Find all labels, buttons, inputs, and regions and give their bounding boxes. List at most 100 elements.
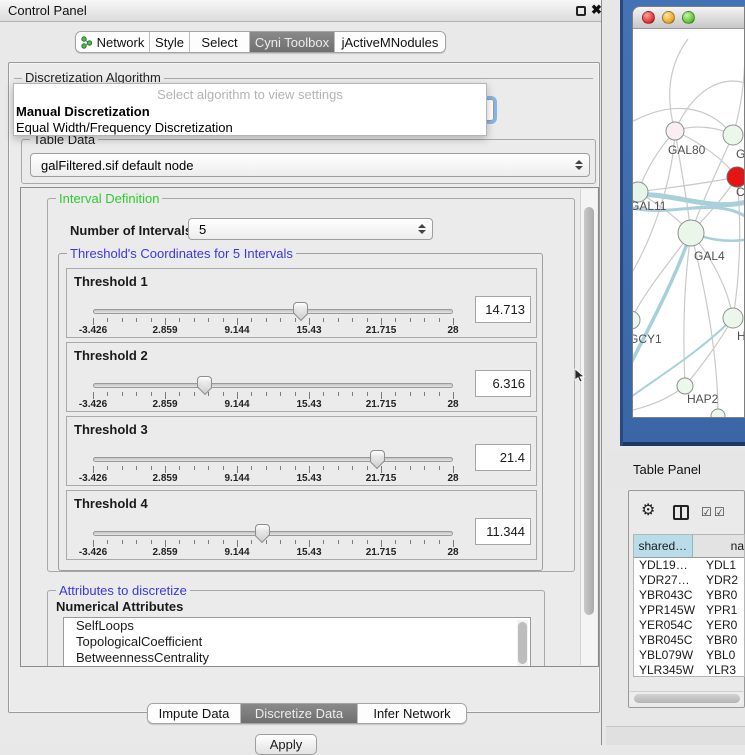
table-row[interactable]: YBR043CYBR0 <box>634 588 744 603</box>
select-all-icon[interactable]: ☑ <box>714 505 725 519</box>
tab-network-label: Network <box>97 35 145 50</box>
list-item[interactable]: BetweennessCentrality <box>64 650 530 666</box>
cyni-mode-tab-bar: Impute Data Discretize Data Infer Networ… <box>147 703 467 724</box>
table-row[interactable]: YDR27…YDR2 <box>634 573 744 588</box>
svg-text:HAP2: HAP2 <box>687 392 719 406</box>
svg-text:H: H <box>737 329 745 343</box>
threshold-3-slider-handle[interactable] <box>370 450 385 462</box>
node-gcy1[interactable] <box>633 311 640 329</box>
network-view-window[interactable]: GAL80 GA C GAL11 GAL4 GCY1 H HAP2 <box>632 6 745 418</box>
scrollbar-thumb[interactable] <box>634 694 740 703</box>
dropdown-option-manual-discretization[interactable]: Manual Discretization <box>16 104 150 119</box>
threshold-3-panel: Threshold 3 -3.4262.8599.14415.4321.7152… <box>66 416 537 486</box>
threshold-1-slider-track[interactable] <box>93 309 453 314</box>
number-of-intervals-combobox[interactable]: 5 <box>188 218 433 240</box>
threshold-3-value-field[interactable]: 21.4 <box>475 444 531 471</box>
threshold-1-slider-handle[interactable] <box>293 302 308 314</box>
table-row[interactable]: YPR145WYPR1 <box>634 603 744 618</box>
column-header-name[interactable]: na <box>693 535 744 558</box>
tab-select[interactable]: Select <box>190 32 250 52</box>
tab-cyni-toolbox[interactable]: Cyni Toolbox <box>250 32 335 52</box>
network-canvas[interactable]: GAL80 GA C GAL11 GAL4 GCY1 H HAP2 <box>633 29 745 418</box>
threshold-2-slider-handle[interactable] <box>197 376 212 388</box>
threshold-1-panel: Threshold 1 -3.4262.8599.14415.4321.7152… <box>66 268 537 338</box>
threshold-1-label: Threshold 1 <box>74 274 148 289</box>
tab-impute-data[interactable]: Impute Data <box>148 704 241 723</box>
list-item[interactable]: SelfLoops <box>64 618 530 634</box>
slider-axis-labels: -3.4262.8599.14415.4321.71528 <box>67 325 536 337</box>
thresholds-group: Threshold's Coordinates for 5 Intervals … <box>58 253 543 571</box>
minimize-traffic-light-icon[interactable] <box>662 11 675 24</box>
threshold-3-slider-track[interactable] <box>93 457 453 462</box>
table-row[interactable]: YBL079WYBL0 <box>634 648 744 663</box>
table-data-combobox[interactable]: galFiltered.sif default node <box>30 153 590 177</box>
dropdown-hint-item[interactable]: Select algorithm to view settings <box>14 87 486 102</box>
combo-stepper-icon <box>575 154 583 176</box>
attributes-list-scrollbar[interactable] <box>517 620 528 667</box>
close-traffic-light-icon[interactable] <box>642 11 655 24</box>
algorithm-dropdown-popup: Select algorithm to view settings Manual… <box>13 83 487 136</box>
node-gal4[interactable] <box>678 220 704 246</box>
table-panel: ⚙ ☑ ☑ shared… na YDL19…YDL1 YDR27…YDR2 Y… <box>628 490 745 708</box>
slider-axis-labels: -3.4262.8599.14415.4321.71528 <box>67 473 536 485</box>
zoom-traffic-light-icon[interactable] <box>682 11 695 24</box>
threshold-1-value-field[interactable]: 14.713 <box>475 296 531 323</box>
list-item[interactable]: TopologicalCoefficient <box>64 634 530 650</box>
attributes-group: Attributes to discretize Numerical Attri… <box>47 590 545 667</box>
control-panel-titlebar[interactable]: Control Panel ✖ <box>0 0 601 22</box>
threshold-2-panel: Threshold 2 -3.4262.8599.14415.4321.7152… <box>66 342 537 412</box>
network-window-titlebar[interactable] <box>633 7 744 29</box>
threshold-2-slider-track[interactable] <box>93 383 453 388</box>
table-row[interactable]: YDL19…YDL1 <box>634 558 744 573</box>
tab-jactivemnodules[interactable]: jActiveMNodules <box>335 32 445 52</box>
column-layout-icon[interactable] <box>673 505 689 520</box>
table-data-group: Table Data galFiltered.sif default node <box>21 139 596 184</box>
tab-discretize-data[interactable]: Discretize Data <box>241 704 358 723</box>
svg-text:GAL4: GAL4 <box>694 249 725 263</box>
scrollbar-thumb[interactable] <box>584 207 594 615</box>
control-panel-window: Control Panel ✖ Network Style Select Cyn… <box>0 0 602 745</box>
slider-axis-labels: -3.4262.8599.14415.4321.71528 <box>67 547 536 559</box>
svg-text:C: C <box>736 185 745 199</box>
table-header-row: shared… na <box>634 535 744 558</box>
threshold-4-label: Threshold 4 <box>74 496 148 511</box>
control-panel-tab-bar: Network Style Select Cyni Toolbox jActiv… <box>75 31 446 53</box>
tab-infer-network[interactable]: Infer Network <box>358 704 466 723</box>
threshold-2-value-field[interactable]: 6.316 <box>475 370 531 397</box>
table-horizontal-scrollbar[interactable] <box>630 691 743 704</box>
node-bottom[interactable] <box>711 409 725 418</box>
dropdown-option-equal-width[interactable]: Equal Width/Frequency Discretization <box>16 120 233 135</box>
table-row[interactable]: YER054CYER0 <box>634 618 744 633</box>
threshold-4-slider-handle[interactable] <box>255 524 270 536</box>
node-ga[interactable] <box>723 125 743 145</box>
select-columns-icon[interactable]: ☑ <box>701 505 712 519</box>
close-icon[interactable]: ✖ <box>591 2 602 18</box>
scrollbar-thumb[interactable] <box>518 622 527 664</box>
svg-text:GCY1: GCY1 <box>633 332 662 346</box>
threshold-4-panel: Threshold 4 -3.4262.8599.14415.4321.7152… <box>66 490 537 560</box>
table-body: YDL19…YDL1 YDR27…YDR2 YBR043CYBR0 YPR145… <box>634 558 744 676</box>
node-h[interactable] <box>723 308 743 328</box>
network-icon <box>81 36 92 49</box>
float-window-icon[interactable] <box>576 6 586 16</box>
node-selected-red[interactable] <box>727 167 745 187</box>
table-panel-titlebar[interactable]: Table Panel <box>606 450 745 487</box>
table-row[interactable]: YLR345WYLR3 <box>634 663 744 677</box>
attributes-list[interactable]: SelfLoops TopologicalCoefficient Between… <box>63 617 531 667</box>
threshold-4-value-field[interactable]: 11.344 <box>475 518 531 545</box>
mouse-cursor <box>574 368 586 384</box>
interval-definition-group: Interval Definition Number of Intervals … <box>47 198 575 572</box>
number-of-intervals-label: Number of Intervals <box>70 223 192 238</box>
table-row[interactable]: YBR045CYBR0 <box>634 633 744 648</box>
column-header-shared-name[interactable]: shared… <box>634 535 693 558</box>
gear-icon[interactable]: ⚙ <box>641 503 655 519</box>
svg-text:GAL80: GAL80 <box>668 143 706 157</box>
settings-scrollpane: Interval Definition Number of Intervals … <box>20 187 599 667</box>
tab-network[interactable]: Network <box>76 32 150 52</box>
threshold-4-slider-track[interactable] <box>93 531 453 536</box>
slider-axis-labels: -3.4262.8599.14415.4321.71528 <box>67 399 536 411</box>
node-gal80[interactable] <box>666 122 684 140</box>
main-vertical-scrollbar[interactable] <box>580 189 597 665</box>
tab-style[interactable]: Style <box>150 32 190 52</box>
window-title: Control Panel <box>8 3 87 18</box>
